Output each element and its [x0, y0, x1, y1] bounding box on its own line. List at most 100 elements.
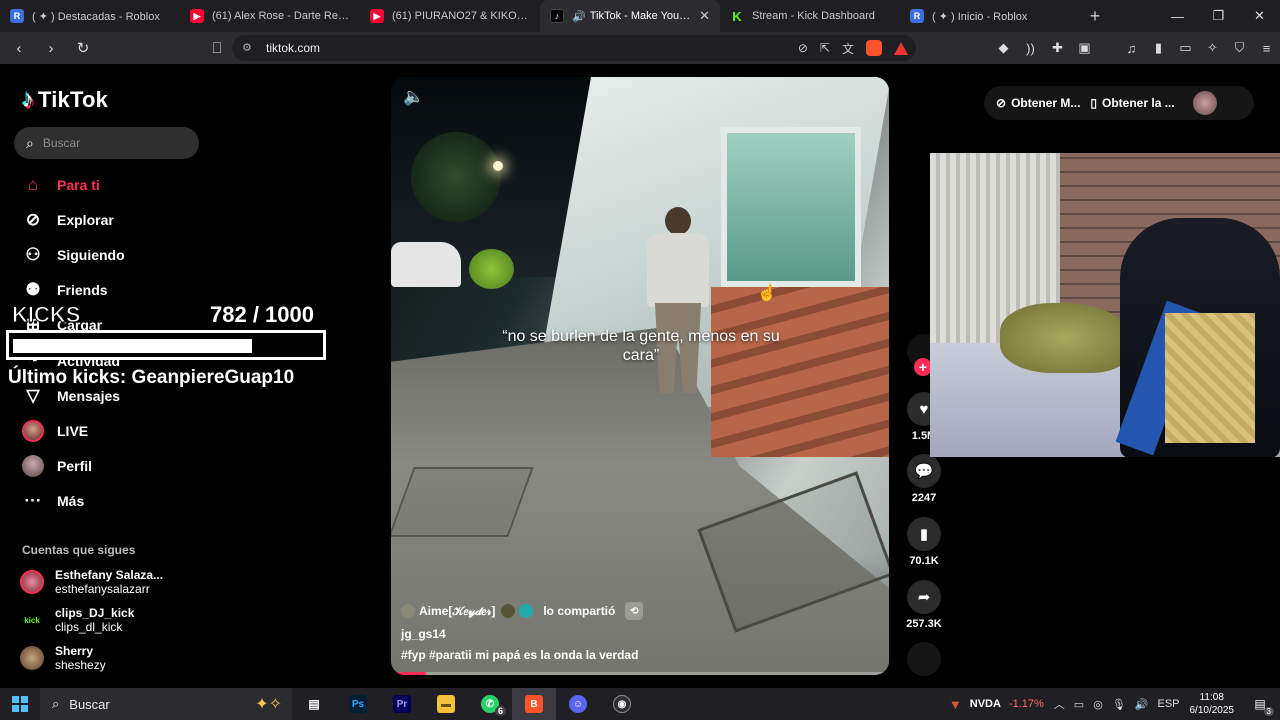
browser-tab-active[interactable]: ♪ 🔊 TikTok - Make Your D ✕ [540, 0, 720, 32]
vpn-shield-icon[interactable]: ⛉ [1232, 40, 1247, 56]
browser-tab[interactable]: ▶ (61) Alex Rose - Darte Remix [180, 0, 360, 32]
video-author[interactable]: jg_gs14 [401, 627, 446, 641]
share-icon[interactable]: ⇱ [820, 41, 830, 55]
premiere-button[interactable]: Pr [380, 688, 424, 720]
video-bush [469, 249, 514, 289]
volume-icon[interactable]: 🔈 [403, 87, 424, 107]
nav-explorar[interactable]: ⊘ Explorar [22, 207, 114, 233]
wallet-icon[interactable]: ▭ [1178, 40, 1193, 56]
brave-button[interactable]: B [512, 688, 556, 720]
bookmark-icon[interactable]: ⎕ [204, 35, 230, 61]
get-app-button[interactable]: ▯ Obtener la ... [1090, 96, 1174, 110]
brave-shields-icon[interactable] [866, 40, 882, 56]
following-account[interactable]: kick clips_DJ_kick clips_dl_kick [20, 606, 134, 634]
nav-siguiendo[interactable]: ⚇ Siguiendo [22, 242, 124, 268]
browser-tab[interactable]: K Stream - Kick Dashboard [720, 0, 900, 32]
url-field[interactable]: ⚙ tiktok.com ⊘ ⇱ 文 [232, 35, 916, 61]
browser-tab[interactable]: R ( ✦ ) Inicio - Roblox [900, 0, 1080, 32]
new-tab-button[interactable]: + [1080, 6, 1110, 27]
chevron-up-icon[interactable]: ︿ [1054, 696, 1065, 712]
browser-tab[interactable]: R ( ✦ ) Destacadas - Roblox [0, 0, 180, 32]
nav-label: LIVE [57, 423, 89, 439]
search-icon: ⌕ [26, 134, 34, 151]
whatsapp-button[interactable]: ✆ 6 [468, 688, 512, 720]
video-tree [411, 132, 501, 222]
webcam-package [1165, 313, 1255, 443]
sound-disc-button[interactable] [900, 642, 948, 676]
clock-date: 6/10/2025 [1189, 705, 1235, 716]
shared-by-row[interactable]: Aime[𝒦𝑒𝓎𝒹𝑒𝓇] lo compartió ⟲ [401, 602, 644, 620]
task-view-button[interactable]: ▤ [292, 688, 336, 720]
share-button[interactable]: ➦ 257.3K [900, 580, 948, 630]
nav-live[interactable]: LIVE [22, 418, 88, 444]
site-settings-icon[interactable]: ⚙ [242, 41, 256, 55]
stock-symbol: NVDA [969, 698, 1001, 710]
video-player[interactable]: 🔈 ··· “no se burlen de la gente, menos e… [391, 77, 889, 675]
photoshop-button[interactable]: Ps [336, 688, 380, 720]
get-coins-button[interactable]: ⊘ Obtener M... [996, 96, 1080, 110]
screenshot-icon[interactable]: ▣ [1077, 40, 1092, 56]
network-icon[interactable]: ▭ [1074, 698, 1084, 711]
translate-icon[interactable]: 文 [842, 40, 854, 57]
brave-vpn-icon[interactable]: )) [1023, 41, 1038, 56]
taskbar-search[interactable]: ⌕ Buscar ✦✧ [40, 688, 292, 720]
wallet-diamond-icon[interactable]: ◆ [996, 40, 1011, 56]
following-account[interactable]: Sherry sheshezy [20, 644, 106, 672]
minimize-icon[interactable]: — [1157, 0, 1198, 32]
repost-icon[interactable]: ⟲ [625, 602, 644, 620]
close-icon[interactable]: ✕ [699, 8, 710, 24]
close-window-icon[interactable]: ✕ [1239, 0, 1280, 32]
file-explorer-button[interactable]: ▬ [424, 688, 468, 720]
video-progress-bar[interactable] [391, 672, 889, 675]
forward-icon[interactable]: › [38, 35, 64, 61]
sidebar-icon[interactable]: ▮ [1151, 40, 1166, 56]
nav-label: Perfil [57, 458, 93, 474]
media-icon[interactable]: ♫ [1124, 41, 1139, 56]
extensions-icon[interactable]: ✚ [1050, 40, 1065, 56]
reload-icon[interactable]: ↻ [70, 35, 96, 61]
top-right-actions: ⊘ Obtener M... ▯ Obtener la ... [984, 86, 1254, 120]
restore-icon[interactable]: ❐ [1198, 0, 1239, 32]
search-box[interactable]: ⌕ [14, 127, 199, 159]
discord-button[interactable]: ☺ [556, 688, 600, 720]
compass-icon: ⊘ [25, 210, 41, 229]
windows-icon [12, 696, 28, 712]
tab-title: (61) Alex Rose - Darte Remix [212, 10, 350, 22]
tiktok-note-icon: ♪ [22, 86, 34, 113]
back-icon[interactable]: ‹ [6, 35, 32, 61]
comment-button[interactable]: 💬 2247 [900, 454, 948, 504]
account-handle: clips_dl_kick [55, 620, 123, 634]
tiktok-logo[interactable]: ♪ TikTok [22, 86, 108, 114]
nav-friends[interactable]: ⚉ Friends [22, 277, 107, 303]
nav-mas[interactable]: ··· Más [22, 488, 85, 514]
menu-icon[interactable]: ≡ [1259, 41, 1274, 56]
save-button[interactable]: ▮ 70.1K [900, 517, 948, 567]
discord-icon: ☺ [569, 695, 587, 713]
tab-title: ( ✦ ) Inicio - Roblox [932, 10, 1028, 23]
search-input[interactable] [42, 136, 173, 150]
start-button[interactable] [0, 688, 40, 720]
leo-ai-icon[interactable]: ✧ [1205, 40, 1220, 56]
speaker-icon[interactable]: 🔊 [1135, 698, 1149, 711]
man-shirt [647, 233, 709, 307]
clock[interactable]: 11:08 6/10/2025 [1190, 691, 1235, 717]
cast-icon[interactable]: ⊘ [798, 41, 808, 55]
brave-rewards-icon[interactable] [894, 41, 908, 55]
browser-tab[interactable]: ▶ (61) PIURANO27 & KIKO CHO [360, 0, 540, 32]
shared-by-name: Aime[𝒦𝑒𝓎𝒹𝑒𝓇] [419, 603, 496, 618]
microphone-icon[interactable]: 🎙 [1112, 698, 1126, 711]
kicks-progress-fill [13, 339, 253, 353]
shared-text: lo compartió [543, 604, 616, 618]
avatar [501, 604, 516, 618]
nav-perfil[interactable]: Perfil [22, 453, 92, 479]
notifications-button[interactable]: ▤ 3 [1248, 694, 1274, 716]
user-avatar[interactable] [1192, 91, 1217, 115]
following-account[interactable]: Esthefany Salaza... esthefanysalazarr [20, 568, 163, 596]
obs-button[interactable]: ◉ [600, 688, 644, 720]
system-tray: ▼ NVDA -1.17% ︿ ▭ ◎ 🎙 🔊 ESP 11:08 6/10/2… [949, 688, 1280, 720]
nav-para-ti[interactable]: ⌂ Para ti [22, 172, 100, 198]
language-indicator[interactable]: ESP [1157, 698, 1179, 710]
camera-icon[interactable]: ◎ [1093, 698, 1103, 711]
more-options-icon[interactable]: ··· [854, 85, 873, 103]
stock-widget[interactable]: ▼ NVDA -1.17% [949, 697, 1044, 712]
